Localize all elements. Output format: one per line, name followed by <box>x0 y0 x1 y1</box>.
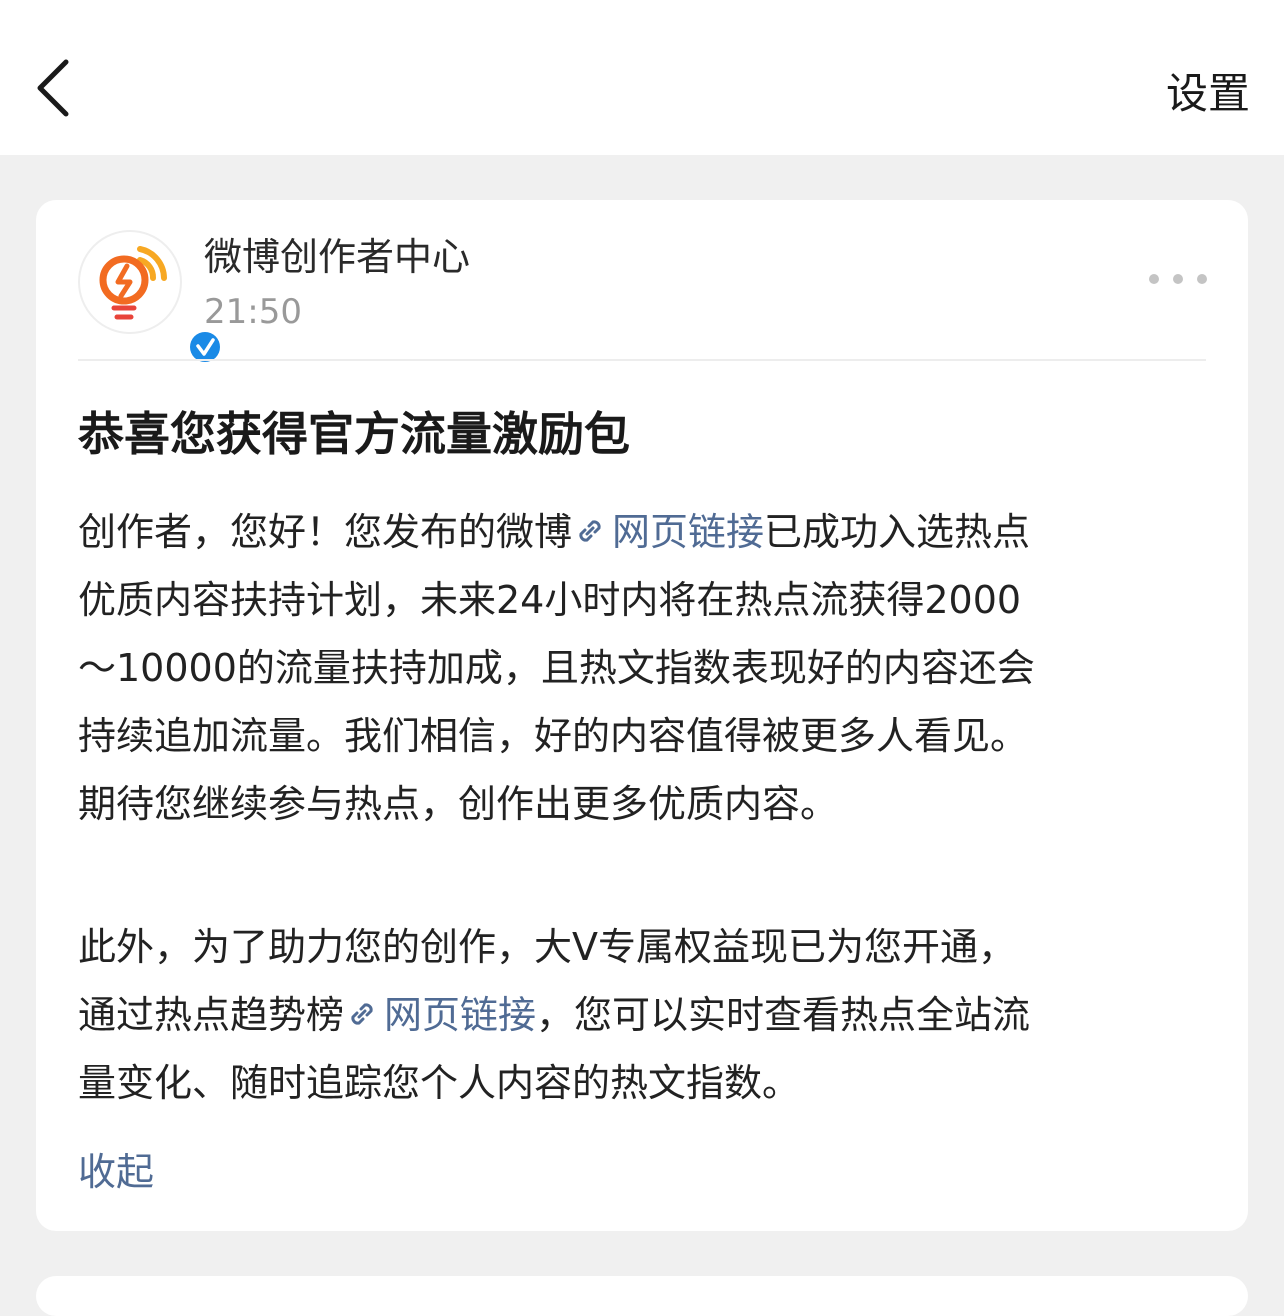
text-line: 创作者，您好！您发布的微博 网页链接已成功入选热点 <box>78 498 1213 566</box>
text-segment: ，您可以实时查看热点全站流 <box>536 993 1031 1037</box>
divider <box>78 359 1206 361</box>
lightbulb-lightning-icon <box>99 246 167 320</box>
text-line: 持续追加流量。我们相信，好的内容值得被更多人看见。 <box>78 714 1029 758</box>
message-title: 恭喜您获得官方流量激励包 <box>78 407 630 461</box>
text-line: 此外，为了助力您的创作，大V专属权益现已为您开通， <box>78 925 1016 969</box>
ellipsis-icon <box>1149 274 1207 284</box>
text-line: 通过热点趋势榜 网页链接，您可以实时查看热点全站流 <box>78 981 1213 1049</box>
message-paragraph-1: 创作者，您好！您发布的微博 网页链接已成功入选热点 优质内容扶持计划，未来24小时… <box>78 498 1213 838</box>
text-line: 量变化、随时追踪您个人内容的热文指数。 <box>78 1061 801 1105</box>
more-options-button[interactable] <box>1146 266 1210 292</box>
link-text: 网页链接 <box>612 510 765 554</box>
text-segment: 通过热点趋势榜 <box>78 993 345 1037</box>
avatar-circle <box>78 230 182 334</box>
collapse-button[interactable]: 收起 <box>78 1146 154 1198</box>
text-line: 期待您继续参与热点，创作出更多优质内容。 <box>78 782 839 826</box>
text-segment: 已成功入选热点 <box>764 510 1031 554</box>
link-icon <box>351 1003 373 1025</box>
back-button[interactable] <box>22 52 92 122</box>
link-text: 网页链接 <box>384 993 537 1037</box>
message-paragraph-2: 此外，为了助力您的创作，大V专属权益现已为您开通， 通过热点趋势榜 网页链接，您可… <box>78 913 1213 1117</box>
text-line: 优质内容扶持计划，未来24小时内将在热点流获得2000 <box>78 578 1022 622</box>
settings-button[interactable]: 设置 <box>1166 66 1250 122</box>
account-name[interactable]: 微博创作者中心 <box>204 234 470 280</box>
text-line: ～10000的流量扶持加成，且热文指数表现好的内容还会 <box>78 646 1035 690</box>
avatar[interactable] <box>78 230 223 365</box>
link-icon <box>579 520 601 542</box>
top-nav-bar: 设置 <box>0 0 1284 155</box>
web-link-1[interactable]: 网页链接 <box>572 510 764 554</box>
post-time: 21:50 <box>204 292 302 332</box>
chevron-left-icon <box>37 59 69 117</box>
text-segment: 创作者，您好！您发布的微博 <box>78 510 573 554</box>
message-card: 微博创作者中心 21:50 恭喜您获得官方流量激励包 创作者，您好！您发布的微博… <box>36 200 1248 1231</box>
web-link-2[interactable]: 网页链接 <box>344 993 536 1037</box>
next-message-card <box>36 1276 1248 1316</box>
